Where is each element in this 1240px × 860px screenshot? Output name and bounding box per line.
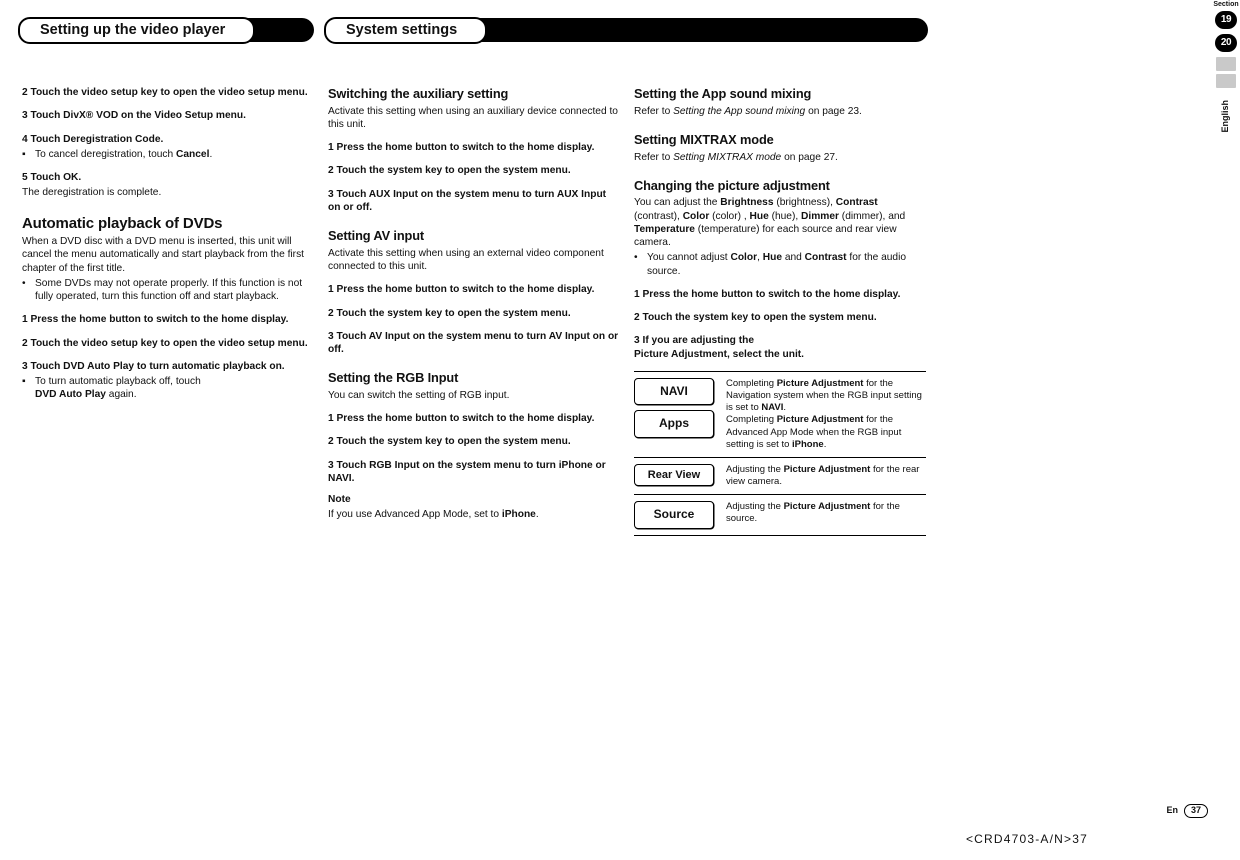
body-text: When a DVD disc with a DVD menu is inser… <box>22 235 314 275</box>
page-number: 37 <box>1184 804 1208 818</box>
column-3: Setting the App sound mixing Refer to Se… <box>634 86 926 536</box>
apps-button: Apps <box>634 410 714 438</box>
column-1: Setting up the video player 2 Touch the … <box>22 18 314 536</box>
manual-page: Setting up the video player 2 Touch the … <box>22 18 1218 536</box>
picture-adjust-table: NAVI Apps Completing Picture Adjustment … <box>634 371 926 536</box>
section-title-2: System settings <box>324 17 487 44</box>
section-header-2: System settings <box>328 18 620 42</box>
step: 1 Press the home button to switch to the… <box>328 141 620 154</box>
table-cell: Adjusting the Picture Adjustment for the… <box>714 501 926 525</box>
step: 3 Touch DVD Auto Play to turn automatic … <box>22 360 314 373</box>
step: 1 Press the home button to switch to the… <box>328 412 620 425</box>
section-header-1: Setting up the video player <box>22 18 314 42</box>
note-text: If you use Advanced App Mode, set to iPh… <box>328 508 620 521</box>
section-badge-20: 20 <box>1215 34 1237 52</box>
step: 3 Touch AUX Input on the system menu to … <box>328 188 620 215</box>
bullet: • Some DVDs may not operate properly. If… <box>22 277 314 304</box>
body-text: Refer to Setting MIXTRAX mode on page 27… <box>634 151 926 164</box>
step: 1 Press the home button to switch to the… <box>22 313 314 326</box>
navi-button: NAVI <box>634 378 714 406</box>
step: 2 Touch the system key to open the syste… <box>634 311 926 324</box>
step: 3 If you are adjusting thePicture Adjust… <box>634 334 926 361</box>
table-cell: Adjusting the Picture Adjustment for the… <box>714 464 926 488</box>
step: 2 Touch the video setup key to open the … <box>22 337 314 350</box>
body-text: The deregistration is complete. <box>22 186 314 199</box>
body-text: You can adjust the Brightness (brightnes… <box>634 196 926 249</box>
step: 3 Touch DivX® VOD on the Video Setup men… <box>22 109 314 122</box>
step: 3 Touch AV Input on the system menu to t… <box>328 330 620 357</box>
step: 2 Touch the system key to open the syste… <box>328 164 620 177</box>
tab-marker <box>1216 74 1236 88</box>
heading: Switching the auxiliary setting <box>328 86 620 103</box>
step: 3 Touch RGB Input on the system menu to … <box>328 459 620 486</box>
rear-view-button: Rear View <box>634 464 714 486</box>
bullet: • You cannot adjust Color, Hue and Contr… <box>634 251 926 278</box>
heading: Setting AV input <box>328 228 620 245</box>
step: 2 Touch the video setup key to open the … <box>22 86 314 99</box>
body-text: Refer to Setting the App sound mixing on… <box>634 105 926 118</box>
heading: Automatic playback of DVDs <box>22 214 314 234</box>
table-row: NAVI Apps Completing Picture Adjustment … <box>634 371 926 458</box>
lang-code: En <box>1166 805 1178 817</box>
heading: Setting MIXTRAX mode <box>634 132 926 149</box>
step: 2 Touch the system key to open the syste… <box>328 307 620 320</box>
step: 4 Touch Deregistration Code. <box>22 133 314 146</box>
table-row: Source Adjusting the Picture Adjustment … <box>634 495 926 536</box>
section-badge-19: 19 <box>1215 11 1237 29</box>
tab-marker <box>1216 57 1236 71</box>
step: 5 Touch OK. <box>22 171 314 184</box>
step: 1 Press the home button to switch to the… <box>328 283 620 296</box>
section-title-1: Setting up the video player <box>18 17 255 44</box>
section-label: Section <box>1212 0 1240 9</box>
heading: Setting the RGB Input <box>328 370 620 387</box>
page-margin: Section 19 20 English <box>1212 0 1240 133</box>
table-row: Rear View Adjusting the Picture Adjustme… <box>634 458 926 495</box>
column-2: System settings Switching the auxiliary … <box>328 18 620 536</box>
heading: Setting the App sound mixing <box>634 86 926 103</box>
body-text: Activate this setting when using an exte… <box>328 247 620 274</box>
table-cell: Completing Picture Adjustment for the Na… <box>714 378 926 451</box>
step: 2 Touch the system key to open the syste… <box>328 435 620 448</box>
doc-id: <CRD4703-A/N>37 <box>966 832 1088 848</box>
bullet: ▪ To turn automatic playback off, touchD… <box>22 375 314 402</box>
body-text: Activate this setting when using an auxi… <box>328 105 620 132</box>
body-text: You can switch the setting of RGB input. <box>328 389 620 402</box>
source-button: Source <box>634 501 714 529</box>
note-label: Note <box>328 493 620 506</box>
language-tab: English <box>1220 100 1232 133</box>
bullet: ▪ To cancel deregistration, touch Cancel… <box>22 148 314 161</box>
page-footer: En 37 <box>1166 804 1208 818</box>
step: 1 Press the home button to switch to the… <box>634 288 926 301</box>
heading: Changing the picture adjustment <box>634 178 926 195</box>
